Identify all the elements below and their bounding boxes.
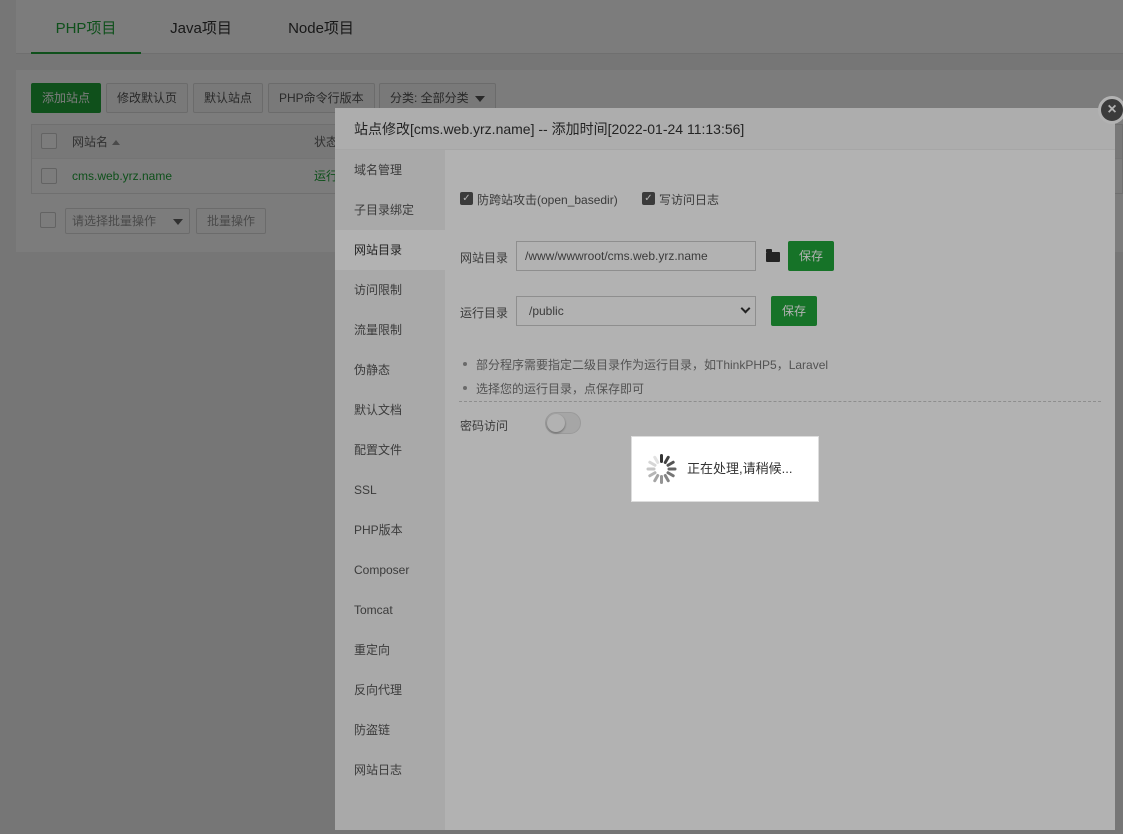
loading-text: 正在处理,请稍候... <box>687 461 793 476</box>
loading-spinner-icon <box>646 453 678 485</box>
loading-backdrop <box>0 0 1123 834</box>
loading-box: 正在处理,请稍候... <box>631 436 819 502</box>
